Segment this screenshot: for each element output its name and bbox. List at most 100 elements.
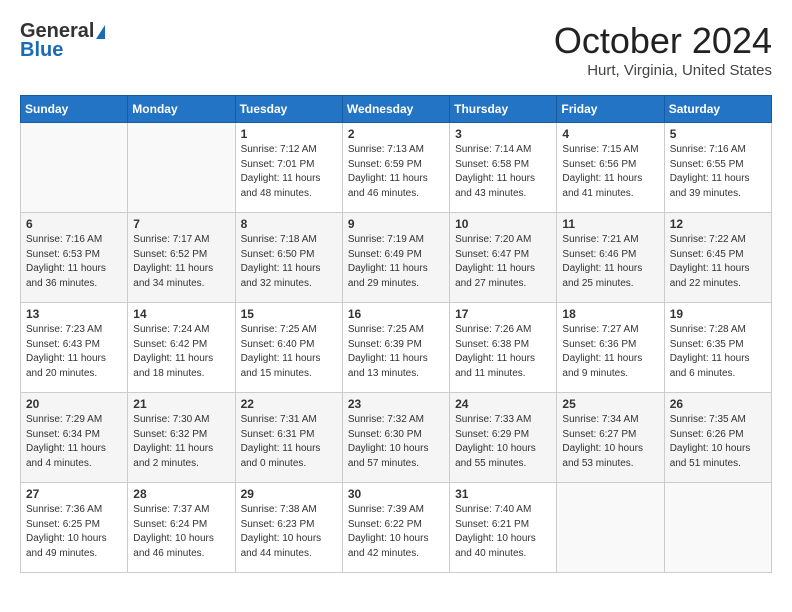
day-number: 3 — [455, 127, 551, 141]
calendar-cell: 18 Sunrise: 7:27 AM Sunset: 6:36 PM Dayli… — [557, 303, 664, 393]
day-info: Sunrise: 7:13 AM Sunset: 6:59 PM Dayligh… — [348, 143, 444, 201]
location-subtitle: Hurt, Virginia, United States — [554, 62, 772, 79]
day-number: 5 — [670, 127, 766, 141]
day-info: Sunrise: 7:29 AM Sunset: 6:34 PM Dayligh… — [26, 413, 122, 471]
day-header: Monday — [128, 96, 235, 123]
day-number: 9 — [348, 217, 444, 231]
day-number: 24 — [455, 397, 551, 411]
calendar-cell: 23 Sunrise: 7:32 AM Sunset: 6:30 PM Dayli… — [342, 393, 449, 483]
calendar-cell: 11 Sunrise: 7:21 AM Sunset: 6:46 PM Dayli… — [557, 213, 664, 303]
day-number: 14 — [133, 307, 229, 321]
calendar-cell: 30Sunrise: 7:39 AM Sunset: 6:22 PM Dayli… — [342, 483, 449, 573]
day-info: Sunrise: 7:23 AM Sunset: 6:43 PM Dayligh… — [26, 323, 122, 381]
day-info: Sunrise: 7:35 AM Sunset: 6:26 PM Dayligh… — [670, 413, 766, 471]
calendar-cell: 8Sunrise: 7:18 AM Sunset: 6:50 PM Daylig… — [235, 213, 342, 303]
day-number: 30 — [348, 487, 444, 501]
day-info: Sunrise: 7:15 AM Sunset: 6:56 PM Dayligh… — [562, 143, 658, 201]
calendar-cell: 17Sunrise: 7:26 AM Sunset: 6:38 PM Dayli… — [450, 303, 557, 393]
day-header: Friday — [557, 96, 664, 123]
calendar-cell: 27 Sunrise: 7:36 AM Sunset: 6:25 PM Dayli… — [21, 483, 128, 573]
day-header: Sunday — [21, 96, 128, 123]
day-number: 6 — [26, 217, 122, 231]
day-number: 18 — [562, 307, 658, 321]
calendar-cell: 16 Sunrise: 7:25 AM Sunset: 6:39 PM Dayli… — [342, 303, 449, 393]
day-info: Sunrise: 7:22 AM Sunset: 6:45 PM Dayligh… — [670, 233, 766, 291]
day-number: 13 — [26, 307, 122, 321]
calendar-cell — [128, 123, 235, 213]
calendar-cell: 28Sunrise: 7:37 AM Sunset: 6:24 PM Dayli… — [128, 483, 235, 573]
day-info: Sunrise: 7:21 AM Sunset: 6:46 PM Dayligh… — [562, 233, 658, 291]
day-info: Sunrise: 7:18 AM Sunset: 6:50 PM Dayligh… — [241, 233, 337, 291]
calendar-cell: 12 Sunrise: 7:22 AM Sunset: 6:45 PM Dayli… — [664, 213, 771, 303]
day-number: 10 — [455, 217, 551, 231]
day-number: 31 — [455, 487, 551, 501]
calendar-cell: 15 Sunrise: 7:25 AM Sunset: 6:40 PM Dayli… — [235, 303, 342, 393]
calendar-cell: 6 Sunrise: 7:16 AM Sunset: 6:53 PM Daylig… — [21, 213, 128, 303]
calendar-cell: 5 Sunrise: 7:16 AM Sunset: 6:55 PM Daylig… — [664, 123, 771, 213]
day-info: Sunrise: 7:37 AM Sunset: 6:24 PM Dayligh… — [133, 503, 229, 561]
day-info: Sunrise: 7:24 AM Sunset: 6:42 PM Dayligh… — [133, 323, 229, 381]
day-number: 11 — [562, 217, 658, 231]
day-info: Sunrise: 7:17 AM Sunset: 6:52 PM Dayligh… — [133, 233, 229, 291]
day-info: Sunrise: 7:25 AM Sunset: 6:40 PM Dayligh… — [241, 323, 337, 381]
day-number: 16 — [348, 307, 444, 321]
day-number: 1 — [241, 127, 337, 141]
calendar-cell: 13 Sunrise: 7:23 AM Sunset: 6:43 PM Dayli… — [21, 303, 128, 393]
calendar-cell: 10 Sunrise: 7:20 AM Sunset: 6:47 PM Dayli… — [450, 213, 557, 303]
calendar-cell: 21Sunrise: 7:30 AM Sunset: 6:32 PM Dayli… — [128, 393, 235, 483]
calendar-cell: 2 Sunrise: 7:13 AM Sunset: 6:59 PM Daylig… — [342, 123, 449, 213]
calendar-cell: 20 Sunrise: 7:29 AM Sunset: 6:34 PM Dayli… — [21, 393, 128, 483]
calendar-week-row: 20 Sunrise: 7:29 AM Sunset: 6:34 PM Dayli… — [21, 393, 772, 483]
day-number: 29 — [241, 487, 337, 501]
day-number: 26 — [670, 397, 766, 411]
calendar-cell: 7Sunrise: 7:17 AM Sunset: 6:52 PM Daylig… — [128, 213, 235, 303]
calendar-cell: 26 Sunrise: 7:35 AM Sunset: 6:26 PM Dayli… — [664, 393, 771, 483]
logo-blue-text: Blue — [20, 39, 63, 62]
day-info: Sunrise: 7:19 AM Sunset: 6:49 PM Dayligh… — [348, 233, 444, 291]
title-block: October 2024 Hurt, Virginia, United Stat… — [554, 20, 772, 79]
calendar-cell: 4 Sunrise: 7:15 AM Sunset: 6:56 PM Daylig… — [557, 123, 664, 213]
calendar-table: SundayMondayTuesdayWednesdayThursdayFrid… — [20, 95, 772, 573]
day-info: Sunrise: 7:20 AM Sunset: 6:47 PM Dayligh… — [455, 233, 551, 291]
day-info: Sunrise: 7:38 AM Sunset: 6:23 PM Dayligh… — [241, 503, 337, 561]
day-number: 4 — [562, 127, 658, 141]
day-number: 17 — [455, 307, 551, 321]
day-info: Sunrise: 7:36 AM Sunset: 6:25 PM Dayligh… — [26, 503, 122, 561]
day-info: Sunrise: 7:31 AM Sunset: 6:31 PM Dayligh… — [241, 413, 337, 471]
calendar-cell: 31 Sunrise: 7:40 AM Sunset: 6:21 PM Dayli… — [450, 483, 557, 573]
calendar-week-row: 1Sunrise: 7:12 AM Sunset: 7:01 PM Daylig… — [21, 123, 772, 213]
logo: General Blue — [20, 20, 106, 62]
day-header: Tuesday — [235, 96, 342, 123]
day-number: 25 — [562, 397, 658, 411]
calendar-header: SundayMondayTuesdayWednesdayThursdayFrid… — [21, 96, 772, 123]
calendar-cell: 14 Sunrise: 7:24 AM Sunset: 6:42 PM Dayli… — [128, 303, 235, 393]
calendar-cell: 1Sunrise: 7:12 AM Sunset: 7:01 PM Daylig… — [235, 123, 342, 213]
calendar-cell: 29 Sunrise: 7:38 AM Sunset: 6:23 PM Dayli… — [235, 483, 342, 573]
day-header: Wednesday — [342, 96, 449, 123]
calendar-body: 1Sunrise: 7:12 AM Sunset: 7:01 PM Daylig… — [21, 123, 772, 573]
month-title: October 2024 — [554, 20, 772, 62]
day-info: Sunrise: 7:27 AM Sunset: 6:36 PM Dayligh… — [562, 323, 658, 381]
calendar-cell — [664, 483, 771, 573]
day-number: 20 — [26, 397, 122, 411]
day-number: 12 — [670, 217, 766, 231]
day-number: 2 — [348, 127, 444, 141]
day-info: Sunrise: 7:16 AM Sunset: 6:53 PM Dayligh… — [26, 233, 122, 291]
day-number: 19 — [670, 307, 766, 321]
day-info: Sunrise: 7:28 AM Sunset: 6:35 PM Dayligh… — [670, 323, 766, 381]
day-header: Thursday — [450, 96, 557, 123]
day-number: 27 — [26, 487, 122, 501]
calendar-cell: 24 Sunrise: 7:33 AM Sunset: 6:29 PM Dayli… — [450, 393, 557, 483]
day-number: 23 — [348, 397, 444, 411]
calendar-cell — [557, 483, 664, 573]
day-number: 15 — [241, 307, 337, 321]
page-header: General Blue October 2024 Hurt, Virginia… — [20, 20, 772, 79]
calendar-cell: 3Sunrise: 7:14 AM Sunset: 6:58 PM Daylig… — [450, 123, 557, 213]
day-info: Sunrise: 7:25 AM Sunset: 6:39 PM Dayligh… — [348, 323, 444, 381]
day-info: Sunrise: 7:40 AM Sunset: 6:21 PM Dayligh… — [455, 503, 551, 561]
day-info: Sunrise: 7:16 AM Sunset: 6:55 PM Dayligh… — [670, 143, 766, 201]
calendar-cell: 9 Sunrise: 7:19 AM Sunset: 6:49 PM Daylig… — [342, 213, 449, 303]
day-info: Sunrise: 7:33 AM Sunset: 6:29 PM Dayligh… — [455, 413, 551, 471]
day-info: Sunrise: 7:32 AM Sunset: 6:30 PM Dayligh… — [348, 413, 444, 471]
day-header: Saturday — [664, 96, 771, 123]
